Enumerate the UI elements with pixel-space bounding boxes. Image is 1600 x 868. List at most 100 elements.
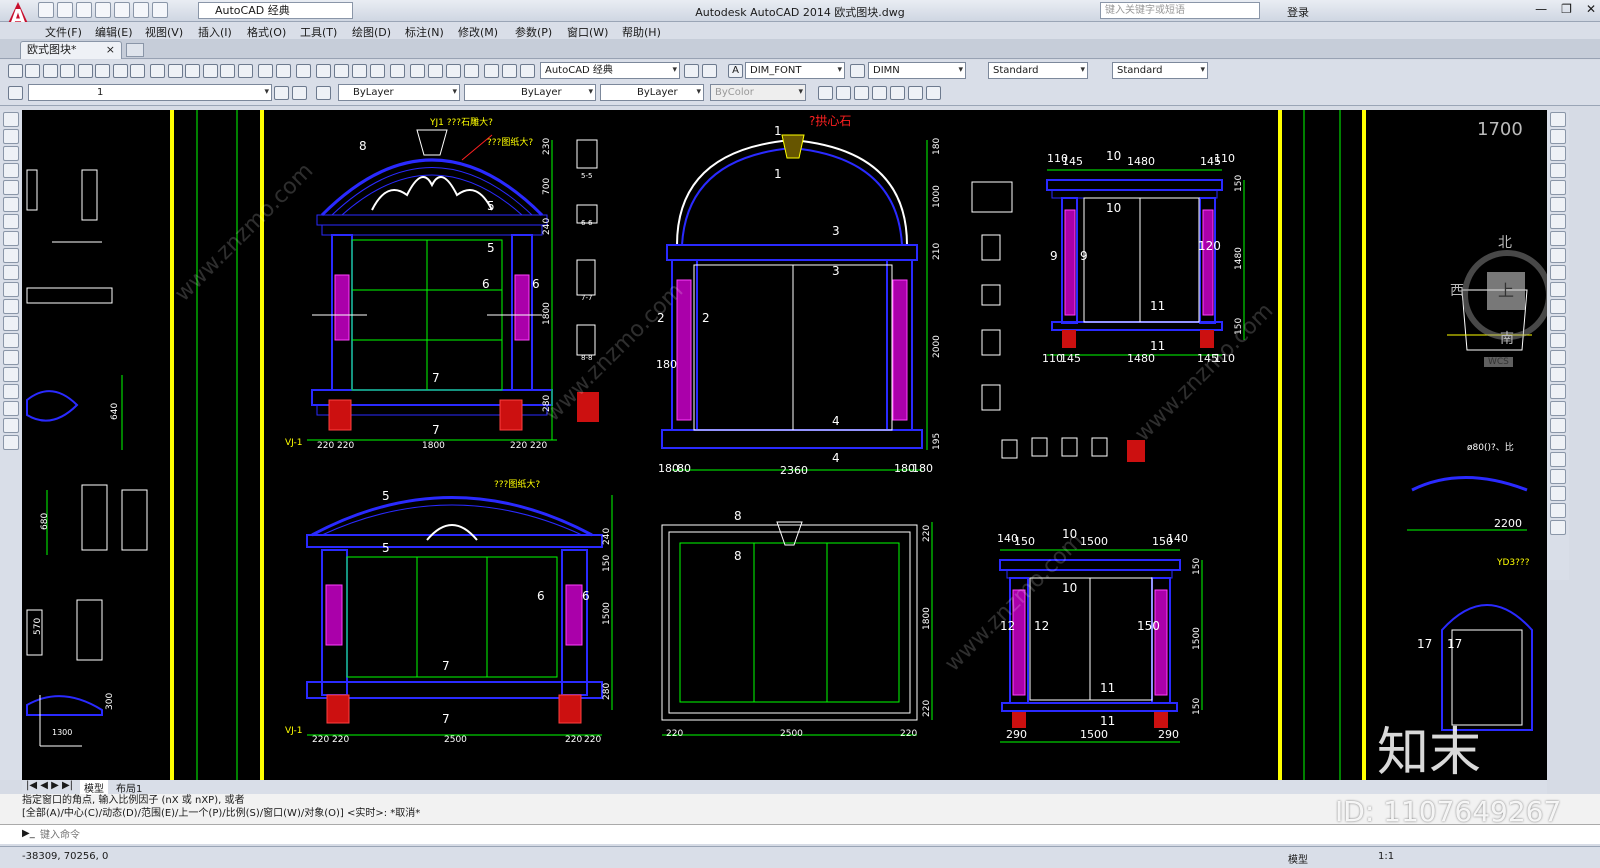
menu-item[interactable]: 绘图(D) <box>352 24 391 40</box>
draw-tool-icon[interactable] <box>3 367 19 382</box>
modify-tool-icon[interactable] <box>1550 265 1566 280</box>
modify-tool-icon[interactable] <box>1550 163 1566 178</box>
model-space-button[interactable]: 模型 <box>1288 851 1308 866</box>
lineweight-dropdown[interactable]: ByLayer <box>600 84 704 101</box>
draw-tool-icon[interactable] <box>3 146 19 161</box>
menu-item[interactable]: 编辑(E) <box>95 24 133 40</box>
modify-tool-icon[interactable] <box>1550 418 1566 433</box>
modify-tool-icon[interactable] <box>1550 129 1566 144</box>
toolbar-button-icon[interactable] <box>150 64 165 78</box>
toolbar-button-icon[interactable] <box>95 64 110 78</box>
toolbar-button-icon[interactable] <box>334 64 349 78</box>
toolbar-button-icon[interactable] <box>8 64 23 78</box>
modify-tool-icon[interactable] <box>1550 282 1566 297</box>
workspace-select[interactable]: AutoCAD 经典 <box>198 2 353 19</box>
mleader-style-dropdown[interactable]: Standard <box>1112 62 1208 79</box>
command-input[interactable] <box>40 827 840 843</box>
draw-tool-icon[interactable] <box>3 316 19 331</box>
draw-tool-icon[interactable] <box>3 299 19 314</box>
tab-nav-arrows[interactable]: |◀ ◀ ▶ ▶| <box>26 780 73 791</box>
modify-tool-icon[interactable] <box>1550 469 1566 484</box>
draw-tool-icon[interactable] <box>3 112 19 127</box>
toolbar-button-icon[interactable] <box>296 64 311 78</box>
toolbar-button-icon[interactable] <box>872 86 887 100</box>
save-icon[interactable] <box>76 2 92 18</box>
modify-tool-icon[interactable] <box>1550 384 1566 399</box>
toolbar-button-icon[interactable] <box>316 86 331 100</box>
modify-tool-icon[interactable] <box>1550 367 1566 382</box>
modify-tool-icon[interactable] <box>1550 197 1566 212</box>
toolbar-button-icon[interactable] <box>185 64 200 78</box>
modify-tool-icon[interactable] <box>1550 214 1566 229</box>
modify-tool-icon[interactable] <box>1550 316 1566 331</box>
menu-item[interactable]: 格式(O) <box>247 24 286 40</box>
restore-icon[interactable]: ❐ <box>1561 2 1572 16</box>
modify-tool-icon[interactable] <box>1550 231 1566 246</box>
draw-tool-icon[interactable] <box>3 129 19 144</box>
menu-item[interactable]: 文件(F) <box>45 24 82 40</box>
color-dropdown[interactable]: ByLayer <box>338 84 460 101</box>
toolbar-button-icon[interactable] <box>520 64 535 78</box>
modify-tool-icon[interactable] <box>1550 146 1566 161</box>
document-tab[interactable]: 欧式图块* × <box>20 41 122 59</box>
draw-tool-icon[interactable] <box>3 214 19 229</box>
menu-item[interactable]: 视图(V) <box>145 24 183 40</box>
toolbar-button-icon[interactable] <box>390 64 405 78</box>
print-icon[interactable] <box>114 2 130 18</box>
layer-dropdown[interactable]: 1 <box>28 84 272 101</box>
modify-tool-icon[interactable] <box>1550 486 1566 501</box>
draw-tool-icon[interactable] <box>3 248 19 263</box>
toolbar-button-icon[interactable] <box>370 64 385 78</box>
draw-tool-icon[interactable] <box>3 333 19 348</box>
undo-icon[interactable] <box>133 2 149 18</box>
modify-tool-icon[interactable] <box>1550 503 1566 518</box>
toolbar-button-icon[interactable] <box>410 64 425 78</box>
toolbar-button-icon[interactable] <box>203 64 218 78</box>
modify-tool-icon[interactable] <box>1550 520 1566 535</box>
toolbar-button-icon[interactable] <box>836 86 851 100</box>
new-icon[interactable] <box>38 2 54 18</box>
draw-tool-icon[interactable] <box>3 163 19 178</box>
new-tab-button[interactable] <box>126 43 144 57</box>
tab-layout1[interactable]: 布局1 <box>112 780 146 795</box>
draw-tool-icon[interactable] <box>3 197 19 212</box>
viewcube-east[interactable]: 东 <box>1546 280 1547 300</box>
menu-item[interactable]: 参数(P) <box>515 24 552 40</box>
menu-item[interactable]: 标注(N) <box>405 24 444 40</box>
viewcube-south[interactable]: 南 <box>1500 328 1514 348</box>
toolbar-button-icon[interactable] <box>818 86 833 100</box>
toolbar-button-icon[interactable] <box>908 86 923 100</box>
toolbar-button-icon[interactable] <box>8 86 23 100</box>
modify-tool-icon[interactable] <box>1550 452 1566 467</box>
wcs-menu[interactable]: WCS <box>1484 357 1513 367</box>
modify-tool-icon[interactable] <box>1550 333 1566 348</box>
command-prompt-icon[interactable]: ▶_ <box>22 828 35 839</box>
toolbar-button-icon[interactable] <box>220 64 235 78</box>
open-icon[interactable] <box>57 2 73 18</box>
modify-tool-icon[interactable] <box>1550 350 1566 365</box>
draw-tool-icon[interactable] <box>3 265 19 280</box>
modify-tool-icon[interactable] <box>1550 248 1566 263</box>
toolbar-button-icon[interactable] <box>464 64 479 78</box>
tab-model[interactable]: 模型 <box>80 780 108 795</box>
login-button[interactable]: 登录 <box>1287 4 1309 20</box>
toolbar-button-icon[interactable] <box>352 64 367 78</box>
draw-tool-icon[interactable] <box>3 350 19 365</box>
viewcube-north[interactable]: 北 <box>1498 232 1512 252</box>
toolbar-button-icon[interactable] <box>684 64 699 78</box>
toolbar-button-icon[interactable] <box>168 64 183 78</box>
toolbar-button-icon[interactable] <box>292 86 307 100</box>
modify-tool-icon[interactable] <box>1550 180 1566 195</box>
toolbar-button-icon[interactable] <box>484 64 499 78</box>
menu-item[interactable]: 帮助(H) <box>622 24 661 40</box>
toolbar-button-icon[interactable] <box>890 86 905 100</box>
toolbar-button-icon[interactable] <box>25 64 40 78</box>
menu-item[interactable]: 修改(M) <box>458 24 498 40</box>
toolbar-button-icon[interactable] <box>850 64 865 78</box>
toolbar-button-icon[interactable] <box>113 64 128 78</box>
toolbar-button-icon[interactable] <box>446 64 461 78</box>
toolbar-button-icon[interactable] <box>276 64 291 78</box>
drawing-canvas[interactable]: YJ1 ???石雕大? ???图纸大? ?拱心石 VJ-1 VJ-1 ???图纸… <box>22 110 1547 780</box>
draw-tool-icon[interactable] <box>3 231 19 246</box>
modify-tool-icon[interactable] <box>1550 299 1566 314</box>
